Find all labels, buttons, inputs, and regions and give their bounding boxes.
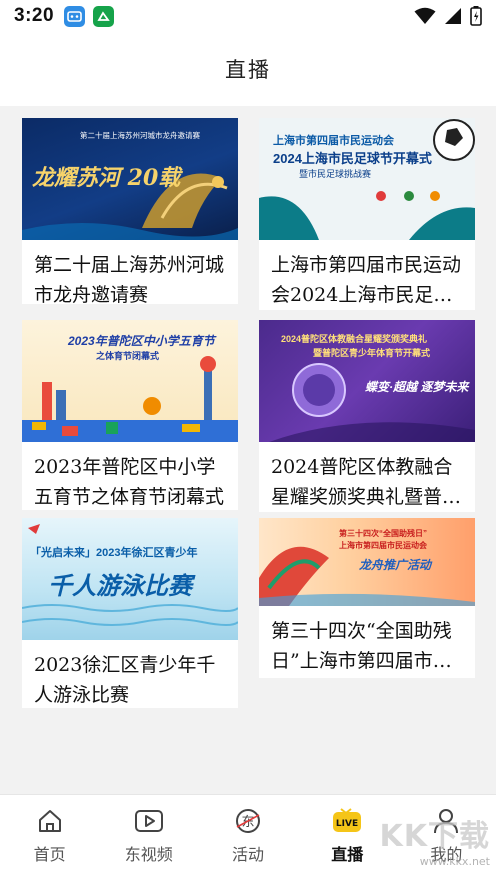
thumbnail-caption: 第三十四次“全国助残日” — [339, 529, 427, 538]
app-notification-icon — [64, 5, 86, 27]
thumbnail-headline: 千人游泳比赛 — [48, 573, 192, 600]
page-header: 直播 — [0, 32, 496, 106]
app-notification-icon — [93, 5, 115, 27]
tab-label: 东视频 — [124, 845, 173, 864]
card-thumbnail: 第二十届上海苏州河城市龙舟邀请赛 龙耀苏河 20载 — [22, 118, 238, 240]
tab-label: 活动 — [232, 845, 265, 864]
thumbnail-headline: 龙耀苏河 20载 — [32, 165, 181, 191]
watermark-brand: KK下载 — [379, 819, 490, 854]
live-card[interactable]: 第三十四次“全国助残日” 上海市第四届市民运动会 龙舟推广活动 第三十四次“全国… — [259, 518, 475, 678]
card-title: 上海市第四届市民运动会2024上海市民足球节开幕式 — [271, 254, 462, 306]
card-thumbnail: 2024普陀区体教融合星耀奖颁奖典礼 暨普陀区青少年体育节开幕式 蝶变·超越 逐… — [259, 320, 475, 442]
thumbnail-headline: 龙舟推广活动 — [359, 558, 432, 572]
thumbnail-headline: 2024上海市民足球节开幕式 — [273, 151, 432, 166]
svg-text:LIVE: LIVE — [336, 819, 358, 829]
live-icon: LIVE — [332, 807, 362, 835]
live-card[interactable]: 第二十届上海苏州河城市龙舟邀请赛 龙耀苏河 20载 第二十届上海苏州河城市龙舟邀… — [22, 118, 238, 304]
thumbnail-caption: 上海市第四届市民运动会 — [339, 541, 427, 550]
battery-icon — [470, 6, 482, 26]
activity-icon: 东 — [233, 807, 263, 835]
thumbnail-caption: 上海市第四届市民运动会 — [273, 135, 394, 147]
tab-label: 直播 — [331, 845, 364, 864]
thumbnail-caption: 暨市民足球挑战赛 — [299, 169, 372, 179]
wifi-icon — [414, 7, 436, 24]
status-indicators — [414, 6, 482, 26]
thumbnail-headline: 2023年普陀区中小学五育节 — [68, 334, 215, 348]
thumbnail-caption: 暨普陀区青少年体育节开幕式 — [313, 348, 431, 358]
tab-home[interactable]: 首页 — [0, 795, 99, 882]
tab-label: 首页 — [33, 845, 66, 864]
card-thumbnail: 第三十四次“全国助残日” 上海市第四届市民运动会 龙舟推广活动 — [259, 518, 475, 606]
card-title: 第二十届上海苏州河城市龙舟邀请赛 — [34, 254, 225, 304]
status-time: 3:20 — [14, 5, 55, 26]
card-title: 第三十四次“全国助残日”上海市第四届市民运动会 — [271, 620, 452, 672]
watermark: KK下载 www.kkx.net — [380, 811, 491, 868]
card-thumbnail: 2023年普陀区中小学五育节 之体育节闭幕式 — [22, 320, 238, 442]
card-thumbnail: 上海市第四届市民运动会 2024上海市民足球节开幕式 暨市民足球挑战赛 — [259, 118, 475, 240]
live-card[interactable]: 2023年普陀区中小学五育节 之体育节闭幕式 2023年普陀区中小学五育节之体育… — [22, 320, 238, 510]
thumbnail-headline: 蝶变·超越 逐梦未来 — [365, 380, 469, 394]
card-thumbnail: 「光启未来」2023年徐汇区青少年 千人游泳比赛 — [22, 518, 238, 640]
status-bar: 3:20 — [0, 0, 496, 32]
watermark-url: www.kkx.net — [419, 855, 490, 868]
signal-icon — [445, 8, 461, 24]
live-card[interactable]: 2024普陀区体教融合星耀奖颁奖典礼 暨普陀区青少年体育节开幕式 蝶变·超越 逐… — [259, 320, 475, 512]
card-title: 2024普陀区体教融合星耀奖颁奖典礼暨普陀区青少年体育节开幕式 — [271, 456, 462, 508]
card-title: 2023年普陀区中小学五育节之体育节闭幕式 — [34, 456, 225, 508]
thumbnail-caption: 第二十届上海苏州河城市龙舟邀请赛 — [80, 131, 200, 140]
thumbnail-caption: 之体育节闭幕式 — [96, 351, 160, 361]
tab-video[interactable]: 东视频 — [99, 795, 198, 882]
thumbnail-caption: 「光启未来」2023年徐汇区青少年 — [30, 547, 198, 559]
home-icon — [35, 807, 65, 835]
live-card[interactable]: 上海市第四届市民运动会 2024上海市民足球节开幕式 暨市民足球挑战赛 上海市第… — [259, 118, 475, 310]
tab-activity[interactable]: 东 活动 — [198, 795, 297, 882]
video-play-icon — [134, 807, 164, 835]
svg-text:东: 东 — [241, 815, 254, 830]
page-title: 直播 — [225, 59, 271, 82]
card-title: 2023徐汇区青少年千人游泳比赛 — [34, 654, 216, 706]
live-card[interactable]: 「光启未来」2023年徐汇区青少年 千人游泳比赛 2023徐汇区青少年千人游泳比… — [22, 518, 238, 708]
thumbnail-caption: 2024普陀区体教融合星耀奖颁奖典礼 — [281, 334, 428, 344]
